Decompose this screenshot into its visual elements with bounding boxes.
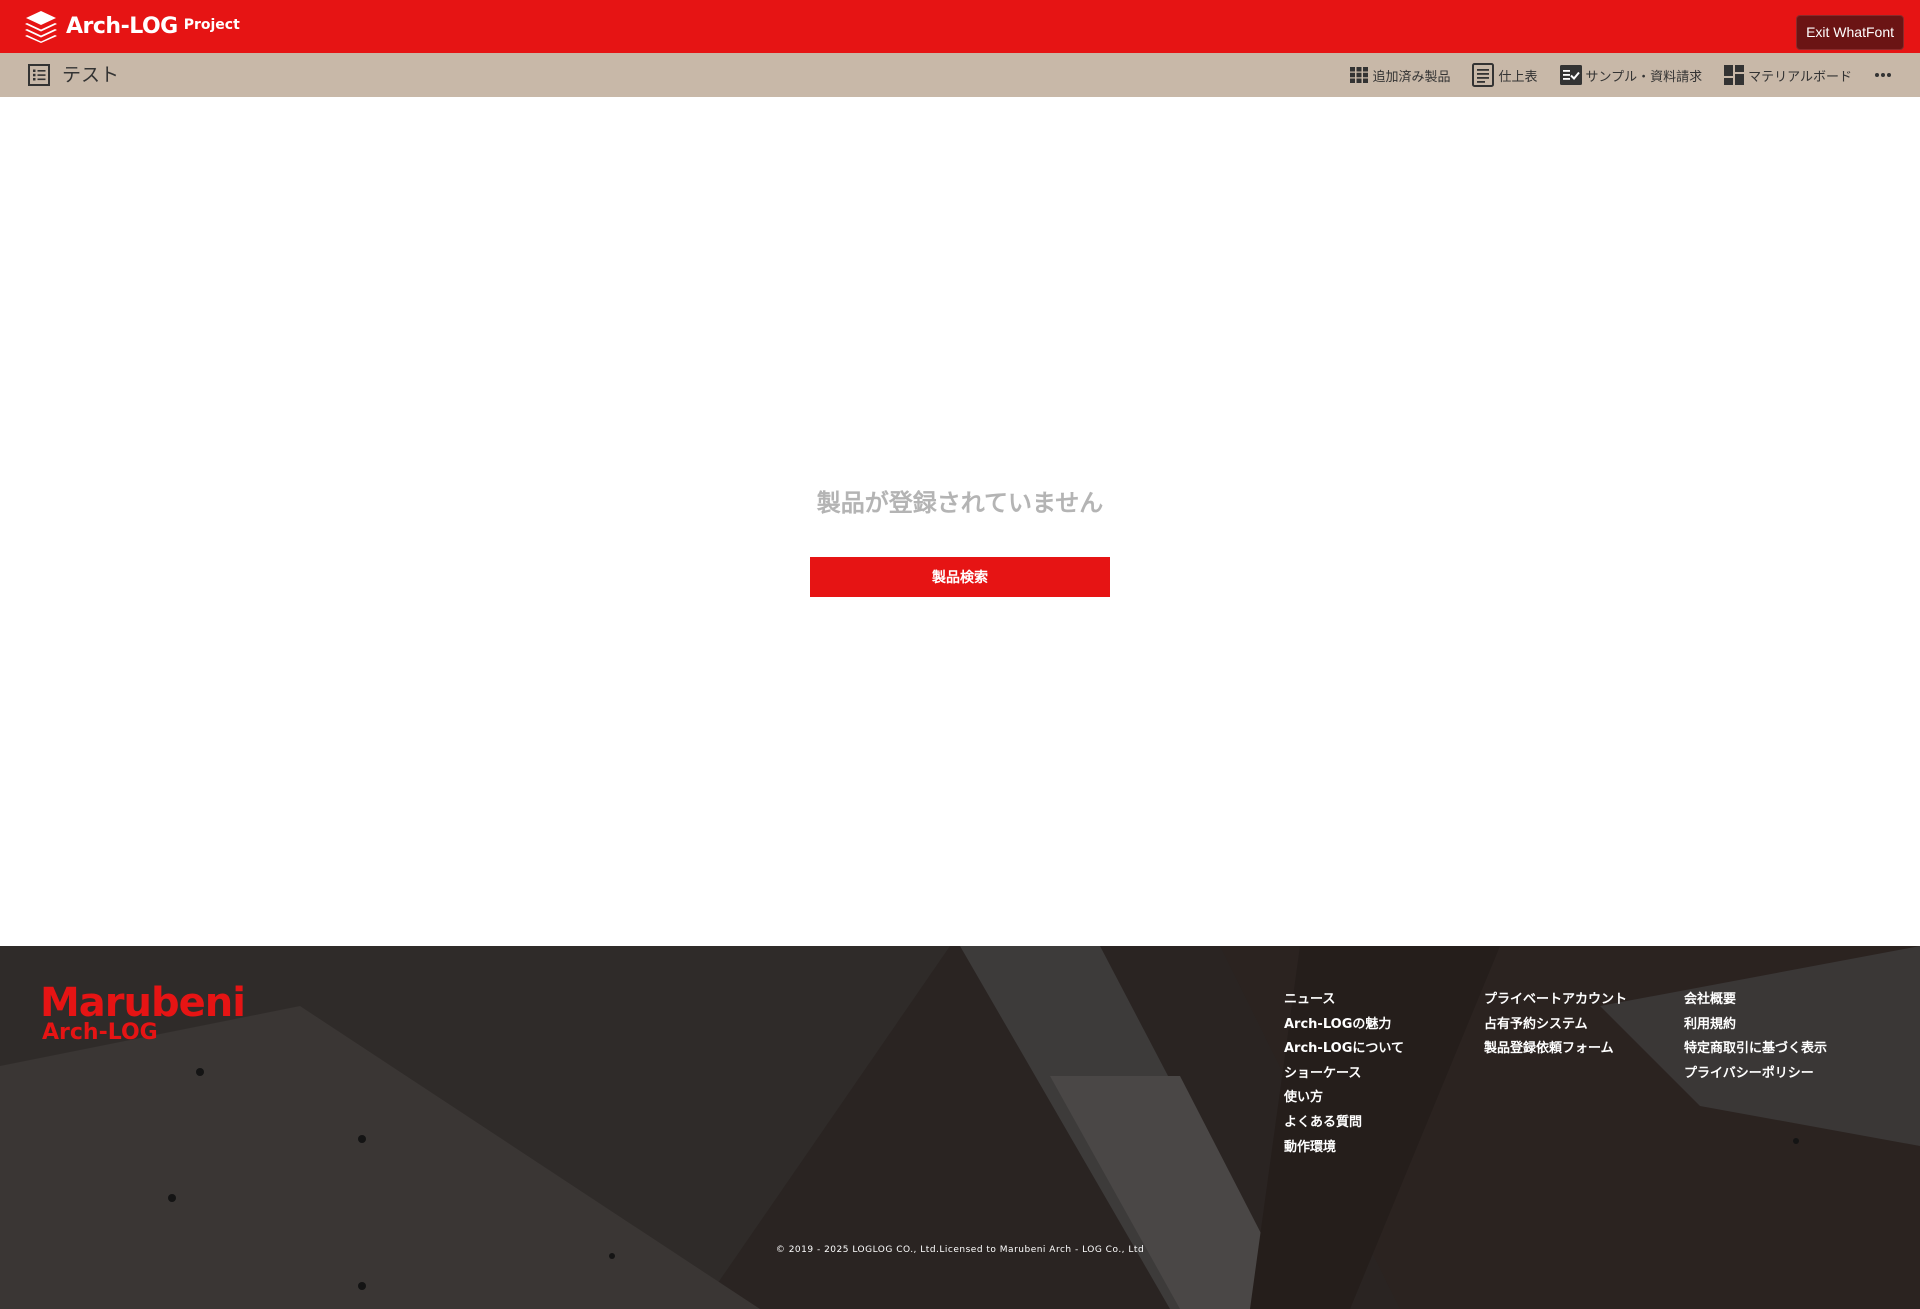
footer-link-howto[interactable]: 使い方 xyxy=(1284,1086,1404,1111)
footer-column-1: ニュース Arch-LOGの魅力 Arch-LOGについて ショーケース 使い方… xyxy=(1284,988,1404,1160)
project-subbar: テスト 追加済み製品 仕上表 サンプル・資料請求 マテリアルボード xyxy=(0,53,1920,97)
nav-material-board-label: マテリアルボード xyxy=(1748,69,1852,85)
nav-added-products[interactable]: 追加済み製品 xyxy=(1350,66,1450,85)
layers-logo-icon xyxy=(25,11,57,43)
footer-link-registration-form[interactable]: 製品登録依頼フォーム xyxy=(1484,1037,1627,1062)
footer-link-privacy[interactable]: プライバシーポリシー xyxy=(1684,1062,1827,1087)
nav-material-board[interactable]: マテリアルボード xyxy=(1724,65,1852,85)
footer-column-3: 会社概要 利用規約 特定商取引に基づく表示 プライバシーポリシー xyxy=(1684,988,1827,1086)
product-search-button[interactable]: 製品検索 xyxy=(810,557,1110,597)
nav-finish-table-label: 仕上表 xyxy=(1498,69,1538,85)
nav-added-products-label: 追加済み製品 xyxy=(1372,69,1451,85)
more-icon[interactable] xyxy=(1874,72,1892,78)
top-header: Arch-LOG Project Exit WhatFont xyxy=(0,0,1920,53)
brand-marubeni: Marubeni xyxy=(40,980,246,1026)
list-icon[interactable] xyxy=(28,64,50,86)
footer-link-private-account[interactable]: プライベートアカウント xyxy=(1484,988,1627,1013)
site-footer: Marubeni Arch-LOG ニュース Arch-LOGの魅力 Arch-… xyxy=(0,946,1920,1309)
footer-link-environment[interactable]: 動作環境 xyxy=(1284,1136,1404,1161)
footer-column-2: プライベートアカウント 占有予約システム 製品登録依頼フォーム xyxy=(1484,988,1627,1062)
footer-link-news[interactable]: ニュース xyxy=(1284,988,1404,1013)
footer-link-appeal[interactable]: Arch-LOGの魅力 xyxy=(1284,1013,1404,1038)
empty-state-message: 製品が登録されていません xyxy=(816,489,1104,517)
nav-finish-table[interactable]: 仕上表 xyxy=(1472,63,1538,87)
logo-text: Arch-LOG xyxy=(66,14,178,39)
nav-sample-request-label: サンプル・資料請求 xyxy=(1585,69,1703,85)
board-icon xyxy=(1724,65,1745,85)
document-icon xyxy=(1472,63,1495,87)
footer-link-about[interactable]: Arch-LOGについて xyxy=(1284,1037,1404,1062)
nav-sample-request[interactable]: サンプル・資料請求 xyxy=(1559,65,1703,85)
footer-link-terms[interactable]: 利用規約 xyxy=(1684,1013,1827,1038)
footer-link-company[interactable]: 会社概要 xyxy=(1684,988,1827,1013)
logo-subtext: Project xyxy=(183,16,240,33)
marubeni-arch-log-logo[interactable]: Marubeni Arch-LOG xyxy=(40,980,246,1044)
exit-whatfont-button[interactable]: Exit WhatFont xyxy=(1796,15,1904,50)
footer-link-commerce-law[interactable]: 特定商取引に基づく表示 xyxy=(1684,1037,1827,1062)
footer-link-showcase[interactable]: ショーケース xyxy=(1284,1062,1404,1087)
footer-link-faq[interactable]: よくある質問 xyxy=(1284,1111,1404,1136)
project-title: テスト xyxy=(62,64,120,86)
project-nav: 追加済み製品 仕上表 サンプル・資料請求 マテリアルボード xyxy=(1350,53,1920,97)
grid-icon xyxy=(1350,67,1369,83)
arch-log-logo[interactable]: Arch-LOG Project xyxy=(24,10,240,43)
footer-link-reservation[interactable]: 占有予約システム xyxy=(1484,1013,1627,1038)
copyright-text: © 2019 - 2025 LOGLOG CO., Ltd.Licensed t… xyxy=(775,1245,1145,1255)
checklist-icon xyxy=(1559,65,1582,85)
